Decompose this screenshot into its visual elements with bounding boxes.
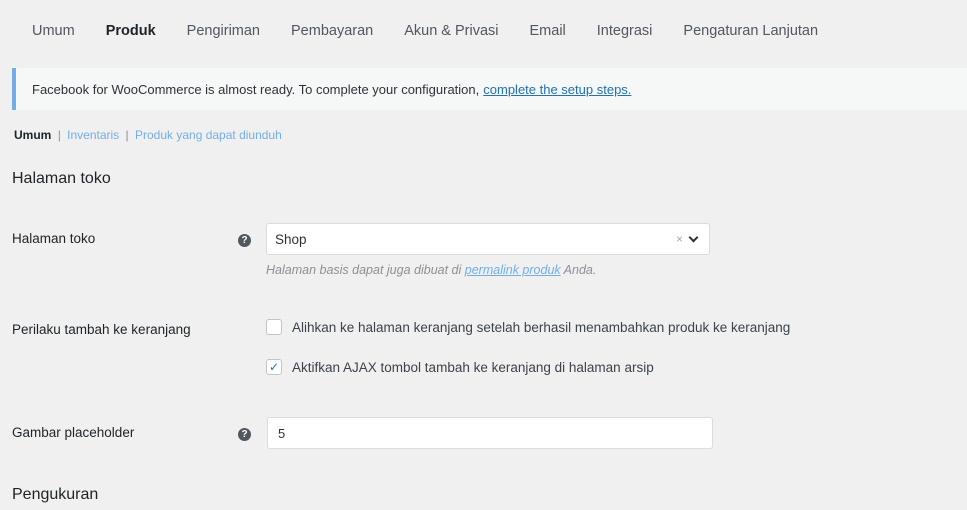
facebook-notice: Facebook for WooCommerce is almost ready… bbox=[12, 68, 967, 110]
subnav-inventaris[interactable]: Inventaris bbox=[67, 128, 119, 142]
subnav-produk-unduh[interactable]: Produk yang dapat diunduh bbox=[135, 128, 282, 142]
redirect-cart-option: Alihkan ke halaman keranjang setelah ber… bbox=[266, 319, 790, 335]
tab-akun-privasi[interactable]: Akun & Privasi bbox=[404, 23, 498, 39]
ajax-cart-option: ✓ Aktifkan AJAX tombol tambah ke keranja… bbox=[266, 359, 654, 375]
ajax-cart-label: Aktifkan AJAX tombol tambah ke keranjang… bbox=[292, 359, 654, 375]
help-icon[interactable]: ? bbox=[238, 428, 251, 441]
tab-email[interactable]: Email bbox=[530, 23, 566, 39]
permalink-link[interactable]: permalink produk bbox=[465, 263, 561, 277]
tab-pengiriman[interactable]: Pengiriman bbox=[187, 23, 260, 39]
shop-page-description: Halaman basis dapat juga dibuat di perma… bbox=[266, 263, 596, 277]
help-icon[interactable]: ? bbox=[238, 234, 251, 247]
shop-page-select[interactable]: Shop × bbox=[266, 223, 710, 255]
ajax-cart-checkbox[interactable]: ✓ bbox=[266, 359, 282, 375]
setup-steps-link[interactable]: complete the setup steps. bbox=[483, 82, 631, 97]
shop-page-label: Halaman toko bbox=[12, 231, 96, 246]
chevron-down-icon bbox=[688, 232, 699, 243]
section-title-shop-page: Halaman toko bbox=[12, 170, 111, 187]
desc-text-after: Anda. bbox=[563, 263, 597, 277]
tab-pembayaran[interactable]: Pembayaran bbox=[291, 23, 373, 39]
shop-page-selected: Shop bbox=[275, 231, 307, 247]
subnav-separator: | bbox=[125, 128, 129, 142]
placeholder-image-label: Gambar placeholder bbox=[12, 425, 135, 440]
tab-umum[interactable]: Umum bbox=[32, 23, 75, 39]
section-title-measurements: Pengukuran bbox=[12, 486, 99, 503]
notice-text: Facebook for WooCommerce is almost ready… bbox=[32, 81, 480, 97]
tab-produk[interactable]: Produk bbox=[106, 23, 156, 39]
tab-pengaturan-lanjutan[interactable]: Pengaturan Lanjutan bbox=[683, 23, 818, 39]
placeholder-image-input[interactable] bbox=[267, 417, 713, 449]
clear-icon[interactable]: × bbox=[676, 232, 683, 246]
desc-text-before: Halaman basis dapat juga dibuat di bbox=[266, 263, 462, 277]
tab-integrasi[interactable]: Integrasi bbox=[597, 23, 653, 39]
subnav-separator: | bbox=[57, 128, 61, 142]
redirect-cart-label: Alihkan ke halaman keranjang setelah ber… bbox=[292, 319, 791, 335]
subnav: Umum | Inventaris | Produk yang dapat di… bbox=[14, 128, 282, 142]
cart-behavior-label: Perilaku tambah ke keranjang bbox=[12, 322, 191, 337]
subnav-umum[interactable]: Umum bbox=[14, 128, 51, 142]
redirect-cart-checkbox[interactable] bbox=[266, 319, 282, 335]
settings-tabs: Umum Produk Pengiriman Pembayaran Akun &… bbox=[0, 0, 967, 62]
